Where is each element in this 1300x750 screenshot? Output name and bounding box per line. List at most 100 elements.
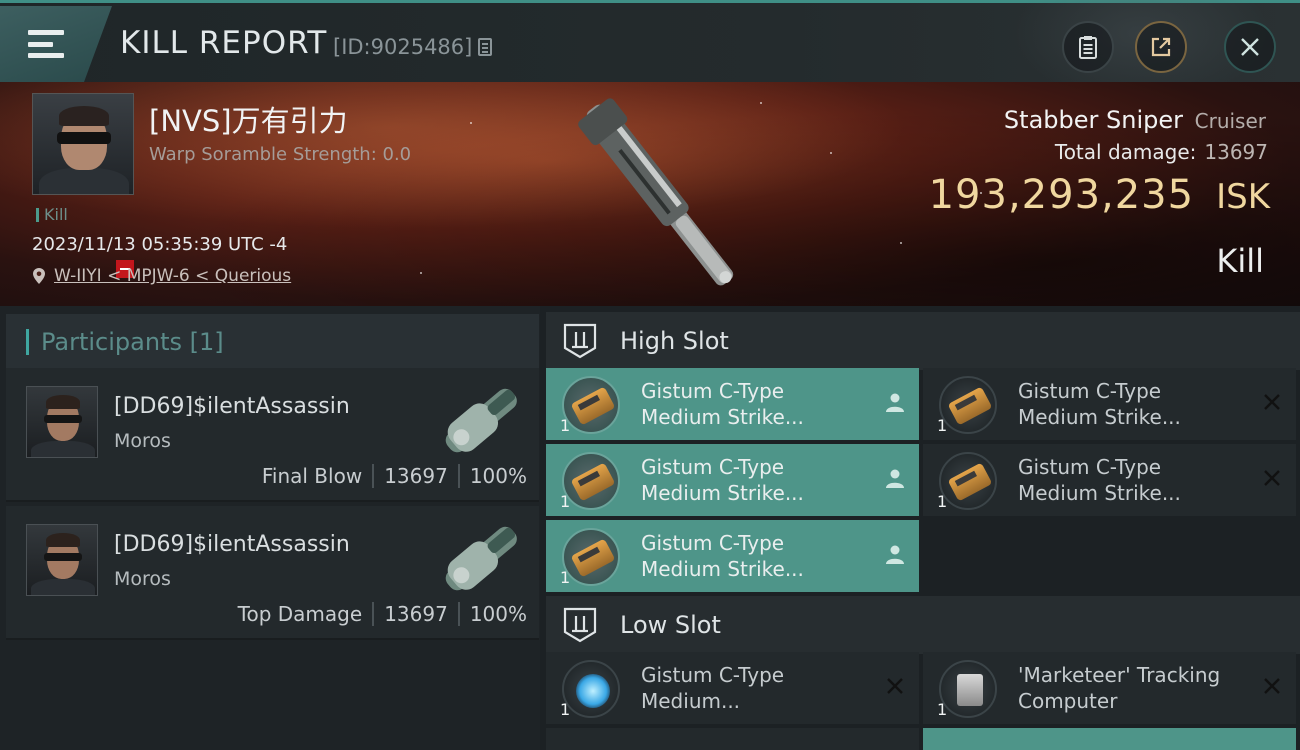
share-icon xyxy=(1151,37,1171,57)
module-name-line1: Gistum C-Type xyxy=(641,455,785,479)
module-name: Gistum C-Type Medium Strike... xyxy=(641,530,804,582)
launcher-icon xyxy=(939,376,997,434)
high-slot-module[interactable]: 1 Gistum C-Type Medium Strike... xyxy=(546,368,919,440)
low-slot-header: Low Slot xyxy=(546,596,1300,654)
victim-ship-name[interactable]: Stabber Sniper Cruiser xyxy=(1004,106,1266,134)
destroyed-x-icon xyxy=(1264,678,1280,694)
low-slot-module[interactable]: 1 Gistum C-Type Medium... xyxy=(546,652,919,724)
module-name-line2: Medium Strike... xyxy=(1018,405,1181,429)
damage-amplifier-icon xyxy=(562,660,620,718)
participant-row[interactable]: [DD69]$ilentAssassin Moros Final Blow 13… xyxy=(6,368,539,502)
module-name-line1: Gistum C-Type xyxy=(1018,379,1162,403)
dropped-person-icon xyxy=(886,469,904,488)
result-label: Kill xyxy=(1216,242,1264,280)
total-damage-label: Total damage: xyxy=(1054,140,1197,164)
report-clipboard-button[interactable] xyxy=(1062,21,1114,73)
module-name: Gistum C-Type Medium... xyxy=(641,662,784,714)
high-slot-label: High Slot xyxy=(620,327,729,355)
module-name-line2: Computer xyxy=(1018,689,1118,713)
launcher-icon xyxy=(562,376,620,434)
module-quantity: 1 xyxy=(937,416,948,435)
kill-tag: Kill xyxy=(36,205,68,224)
isk-amount: 193,293,235 xyxy=(928,172,1195,218)
high-slot-module[interactable]: 1 Gistum C-Type Medium Strike... xyxy=(923,368,1296,440)
ship-class: Cruiser xyxy=(1194,109,1266,133)
location-pin-icon xyxy=(33,268,45,284)
destroyed-x-icon xyxy=(887,678,903,694)
module-name: Gistum C-Type Medium Strike... xyxy=(1018,378,1181,430)
high-slot-header: High Slot xyxy=(546,312,1300,370)
kill-location[interactable]: W-IIYI < MPJW-6 < Querious xyxy=(32,266,291,286)
participant-stats: Final Blow 13697 100% xyxy=(262,464,527,488)
fitting-panel: High Slot 1 Gistum C-Type Medium Strike.… xyxy=(540,306,1300,750)
clipboard-icon xyxy=(1079,36,1097,59)
participants-panel: Participants [1] [DD69]$ilentAssassin Mo… xyxy=(0,306,540,750)
location-link[interactable]: W-IIYI < MPJW-6 < Querious xyxy=(54,266,291,286)
high-slot-module[interactable]: 1 Gistum C-Type Medium Strike... xyxy=(923,444,1296,516)
module-name-line1: 'Marketeer' Tracking xyxy=(1018,663,1221,687)
module-name-line1: Gistum C-Type xyxy=(641,663,785,687)
share-button[interactable] xyxy=(1135,21,1187,73)
participant-damage-percent: 100% xyxy=(469,464,527,488)
victim-portrait[interactable] xyxy=(32,93,134,195)
report-id-text: [ID:9025486] xyxy=(333,35,473,59)
low-slot-label: Low Slot xyxy=(620,611,721,639)
copy-icon[interactable] xyxy=(478,38,493,56)
module-name-line2: Medium Strike... xyxy=(641,557,804,581)
total-damage: Total damage: 13697 xyxy=(1055,140,1268,164)
isk-unit: ISK xyxy=(1216,177,1270,217)
launcher-icon xyxy=(562,452,620,510)
launcher-icon xyxy=(939,452,997,510)
module-name-line1: Gistum C-Type xyxy=(641,379,785,403)
destroyed-x-icon xyxy=(1264,470,1280,486)
participant-damage: 13697 xyxy=(384,464,448,488)
participant-portrait[interactable] xyxy=(26,386,98,458)
low-slot-module-partial[interactable] xyxy=(923,728,1296,750)
high-slot-module[interactable]: 1 Gistum C-Type Medium Strike... xyxy=(546,444,919,516)
module-quantity: 1 xyxy=(560,416,571,435)
low-slot-icon xyxy=(563,607,597,643)
participant-damage-percent: 100% xyxy=(469,602,527,626)
participant-role: Top Damage xyxy=(237,602,363,626)
module-name-line1: Gistum C-Type xyxy=(1018,455,1162,479)
participants-title: Participants [1] xyxy=(41,328,224,356)
module-name-line2: Medium Strike... xyxy=(641,405,804,429)
close-button[interactable] xyxy=(1224,21,1276,73)
module-quantity: 1 xyxy=(937,700,948,719)
participant-portrait[interactable] xyxy=(26,524,98,596)
module-name: Gistum C-Type Medium Strike... xyxy=(641,378,804,430)
participant-ship-image xyxy=(445,526,517,591)
module-name: Gistum C-Type Medium Strike... xyxy=(641,454,804,506)
dropped-person-icon xyxy=(886,393,904,412)
module-quantity: 1 xyxy=(560,700,571,719)
participants-header[interactable]: Participants [1] xyxy=(6,314,539,370)
participant-ship-image xyxy=(445,388,517,453)
module-name: Gistum C-Type Medium Strike... xyxy=(1018,454,1181,506)
module-name-line1: Gistum C-Type xyxy=(641,531,785,555)
launcher-icon xyxy=(562,528,620,586)
top-bar: KILL REPORT [ID:9025486] xyxy=(0,0,1300,103)
warp-scramble-strength: Warp Soramble Strength: 0.0 xyxy=(149,144,412,165)
page-title: KILL REPORT xyxy=(120,25,328,61)
participant-row[interactable]: [DD69]$ilentAssassin Moros Top Damage 13… xyxy=(6,506,539,640)
report-id: [ID:9025486] xyxy=(333,35,493,59)
participant-ship: Moros xyxy=(114,430,171,452)
victim-name[interactable]: [NVS]万有引力 xyxy=(149,98,348,140)
total-damage-value: 13697 xyxy=(1204,140,1268,164)
kill-tag-label: Kill xyxy=(44,205,68,224)
low-slot-module[interactable]: 1 'Marketeer' Tracking Computer xyxy=(923,652,1296,724)
module-quantity: 1 xyxy=(937,492,948,511)
tracking-computer-icon xyxy=(939,660,997,718)
victim-banner: [NVS]万有引力 Warp Soramble Strength: 0.0 Ki… xyxy=(0,82,1300,306)
high-slot-module[interactable]: 1 Gistum C-Type Medium Strike... xyxy=(546,520,919,592)
module-name-line2: Medium Strike... xyxy=(1018,481,1181,505)
high-slot-icon xyxy=(563,323,597,359)
participant-name: [DD69]$ilentAssassin xyxy=(114,394,350,419)
module-name: 'Marketeer' Tracking Computer xyxy=(1018,662,1220,714)
victim-ship-image[interactable] xyxy=(540,87,780,302)
menu-button[interactable] xyxy=(0,6,112,82)
low-slot-module-partial[interactable] xyxy=(546,728,919,750)
participant-ship: Moros xyxy=(114,568,171,590)
participant-name: [DD69]$ilentAssassin xyxy=(114,532,350,557)
participant-damage: 13697 xyxy=(384,602,448,626)
